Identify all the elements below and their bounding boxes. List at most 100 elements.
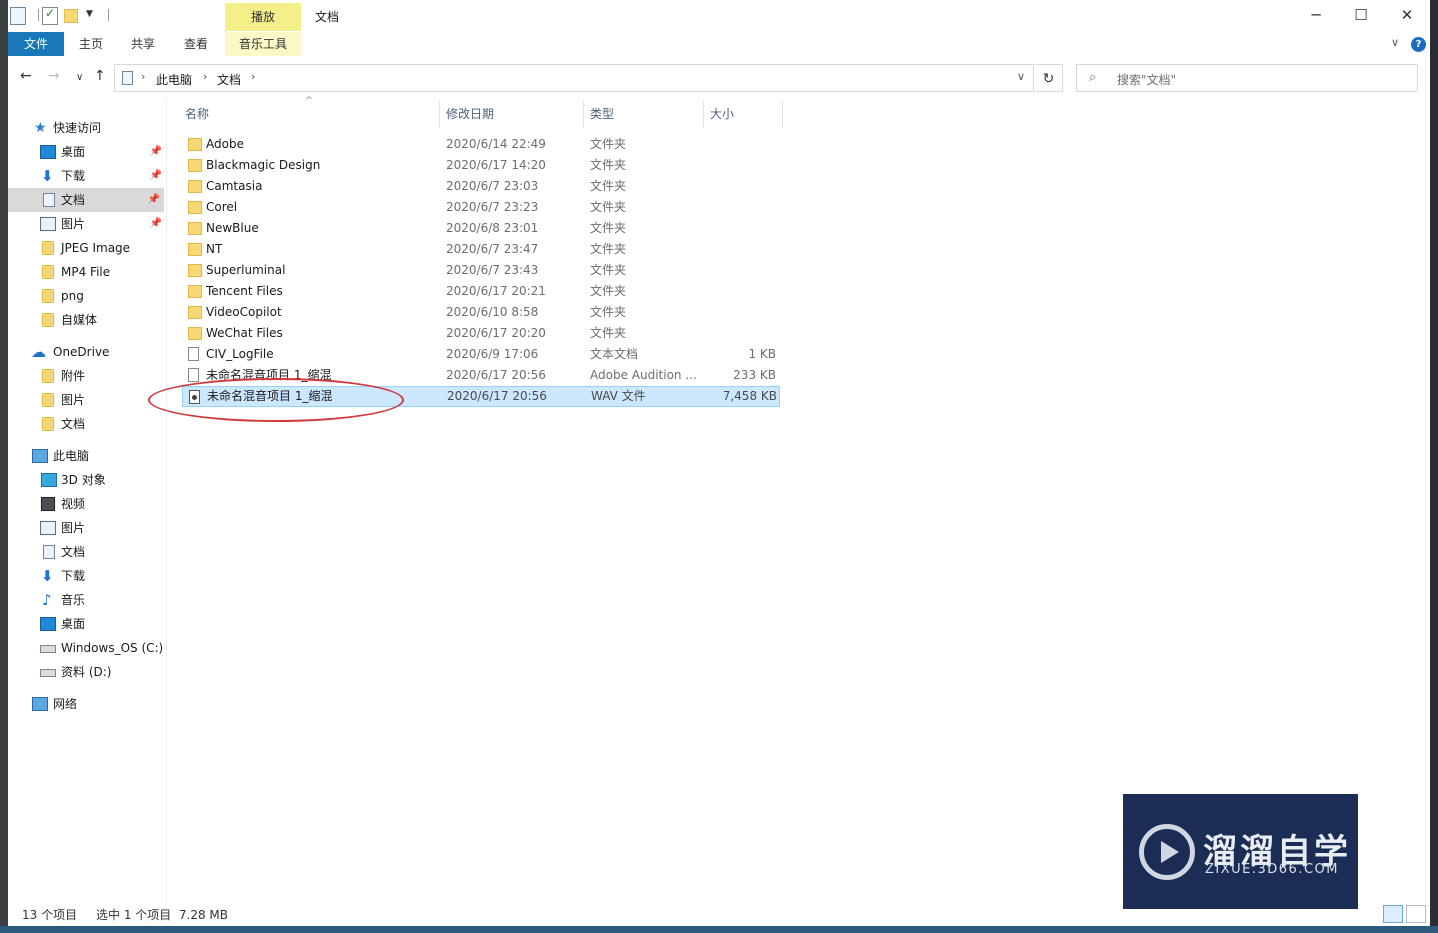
file-row[interactable]: Camtasia 2020/6/7 23:03 文件夹 (182, 176, 780, 197)
star-icon: ★ (34, 120, 47, 136)
watermark-subtitle: ZIXUE.3D66.COM (1205, 862, 1339, 877)
pin-icon[interactable]: 📌 (150, 164, 162, 188)
minimize-button[interactable]: ─ (1299, 4, 1333, 26)
file-date: 2020/6/14 22:49 (446, 137, 546, 151)
nav-item-pc-desktop[interactable]: 桌面 (8, 612, 166, 636)
folder-icon (188, 201, 202, 214)
column-header-type[interactable]: 类型 (590, 98, 700, 130)
file-name: Tencent Files (206, 284, 283, 298)
nav-item-drive-d[interactable]: 资料 (D:) (8, 660, 166, 684)
breadcrumb-documents[interactable]: 文档 (217, 71, 241, 88)
column-header-size[interactable]: 大小 (710, 98, 780, 130)
nav-item-attachments[interactable]: 附件 (8, 364, 166, 388)
nav-item-3d-objects[interactable]: 3D 对象 (8, 468, 166, 492)
large-icons-view-icon[interactable] (1406, 905, 1426, 923)
file-row[interactable]: NewBlue 2020/6/8 23:01 文件夹 (182, 218, 780, 239)
drive-icon (40, 669, 56, 677)
column-header-date[interactable]: 修改日期 (446, 98, 576, 130)
file-row[interactable]: Blackmagic Design 2020/6/17 14:20 文件夹 (182, 155, 780, 176)
nav-item-downloads[interactable]: ⬇ 下载 📌 (8, 164, 166, 188)
breadcrumb-this-pc[interactable]: 此电脑 (156, 71, 192, 88)
close-button[interactable]: ✕ (1390, 4, 1424, 26)
tab-view[interactable]: 查看 (177, 32, 215, 56)
file-name: VideoCopilot (206, 305, 282, 319)
nav-item-pc-downloads[interactable]: ⬇ 下载 (8, 564, 166, 588)
file-row[interactable]: Corel 2020/6/7 23:23 文件夹 (182, 197, 780, 218)
nav-item-videos[interactable]: 视频 (8, 492, 166, 516)
maximize-button[interactable]: ☐ (1344, 4, 1378, 26)
pane-splitter[interactable] (166, 98, 167, 904)
nav-item-drive-c[interactable]: Windows_OS (C:) (8, 636, 166, 660)
desktop-icon (40, 145, 56, 159)
nav-item-onedrive-pictures[interactable]: 图片 (8, 388, 166, 412)
refresh-button[interactable]: ↻ (1035, 64, 1063, 92)
file-name: CIV_LogFile (206, 347, 274, 361)
file-name: NewBlue (206, 221, 259, 235)
folder-icon (188, 327, 202, 340)
file-row[interactable]: Adobe 2020/6/14 22:49 文件夹 (182, 134, 780, 155)
breadcrumb-separator[interactable]: › (141, 70, 145, 83)
new-folder-icon[interactable] (64, 9, 78, 23)
nav-onedrive[interactable]: ☁ OneDrive (8, 340, 166, 364)
file-date: 2020/6/10 8:58 (446, 305, 539, 319)
download-arrow-icon: ⬇ (41, 567, 54, 585)
column-divider[interactable] (703, 100, 704, 128)
nav-item-pc-pictures[interactable]: 图片 (8, 516, 166, 540)
tab-file[interactable]: 文件 (8, 32, 64, 56)
nav-item-onedrive-documents[interactable]: 文档 (8, 412, 166, 436)
nav-quick-access[interactable]: ★ 快速访问 (8, 116, 166, 140)
details-view-icon[interactable] (1383, 905, 1403, 923)
address-bar[interactable]: › 此电脑 › 文档 › ∨ (114, 64, 1034, 92)
pin-icon[interactable]: 📌 (148, 188, 160, 212)
search-icon: ⌕ (1089, 70, 1097, 85)
help-icon[interactable]: ? (1411, 37, 1426, 52)
file-row[interactable]: Tencent Files 2020/6/17 20:21 文件夹 (182, 281, 780, 302)
file-row[interactable]: NT 2020/6/7 23:47 文件夹 (182, 239, 780, 260)
nav-item-desktop[interactable]: 桌面 📌 (8, 140, 166, 164)
nav-item-music[interactable]: ♪ 音乐 (8, 588, 166, 612)
recent-locations-chevron-icon[interactable]: ∨ (76, 72, 83, 83)
breadcrumb-separator[interactable]: › (251, 70, 255, 83)
address-dropdown-icon[interactable]: ∨ (1017, 70, 1025, 83)
back-button[interactable]: ← (20, 68, 32, 84)
properties-check-icon[interactable] (42, 6, 58, 25)
nav-item-pictures[interactable]: 图片 📌 (8, 212, 166, 236)
expand-ribbon-chevron-icon[interactable]: ∨ (1391, 36, 1399, 49)
text-file-icon (188, 347, 199, 361)
column-header-name[interactable]: 名称 (185, 98, 435, 130)
tab-share[interactable]: 共享 (124, 32, 162, 56)
pin-icon[interactable]: 📌 (150, 140, 162, 164)
download-arrow-icon: ⬇ (41, 167, 54, 185)
quick-access-document-icon[interactable] (10, 7, 26, 25)
tab-music-tools[interactable]: 音乐工具 (225, 32, 301, 56)
nav-item-self-media[interactable]: 自媒体 (8, 308, 166, 332)
nav-network[interactable]: 网络 (8, 692, 166, 716)
column-divider[interactable] (583, 100, 584, 128)
column-divider[interactable] (782, 100, 783, 128)
quick-access-dropdown-icon[interactable]: ▼ (86, 9, 93, 19)
nav-item-documents[interactable]: 文档 📌 (8, 188, 164, 212)
ribbon (8, 32, 1430, 56)
nav-item-mp4-file[interactable]: MP4 File (8, 260, 166, 284)
search-box[interactable]: ⌕ 搜索"文档" (1076, 64, 1418, 92)
navigation-pane: ★ 快速访问 桌面 📌 ⬇ 下载 📌 文档 📌 图片 📌 JPEG Image … (8, 98, 166, 904)
tab-home[interactable]: 主页 (72, 32, 110, 56)
file-row[interactable]: VideoCopilot 2020/6/10 8:58 文件夹 (182, 302, 780, 323)
nav-item-png[interactable]: png (8, 284, 166, 308)
file-date: 2020/6/17 20:21 (446, 284, 546, 298)
file-row[interactable]: Superluminal 2020/6/7 23:43 文件夹 (182, 260, 780, 281)
column-divider[interactable] (439, 100, 440, 128)
play-logo-icon (1139, 824, 1195, 880)
nav-item-jpeg-image[interactable]: JPEG Image (8, 236, 166, 260)
nav-item-pc-documents[interactable]: 文档 (8, 540, 166, 564)
up-button[interactable]: ↑ (94, 68, 106, 84)
folder-icon (188, 180, 202, 193)
nav-this-pc[interactable]: 此电脑 (8, 444, 166, 468)
pin-icon[interactable]: 📌 (150, 212, 162, 236)
forward-button[interactable]: → (48, 68, 60, 84)
search-placeholder[interactable]: 搜索"文档" (1117, 71, 1176, 88)
file-row[interactable]: CIV_LogFile 2020/6/9 17:06 文本文档 1 KB (182, 344, 780, 365)
file-size: 233 KB (733, 368, 776, 382)
breadcrumb-separator[interactable]: › (203, 70, 207, 83)
file-row[interactable]: WeChat Files 2020/6/17 20:20 文件夹 (182, 323, 780, 344)
